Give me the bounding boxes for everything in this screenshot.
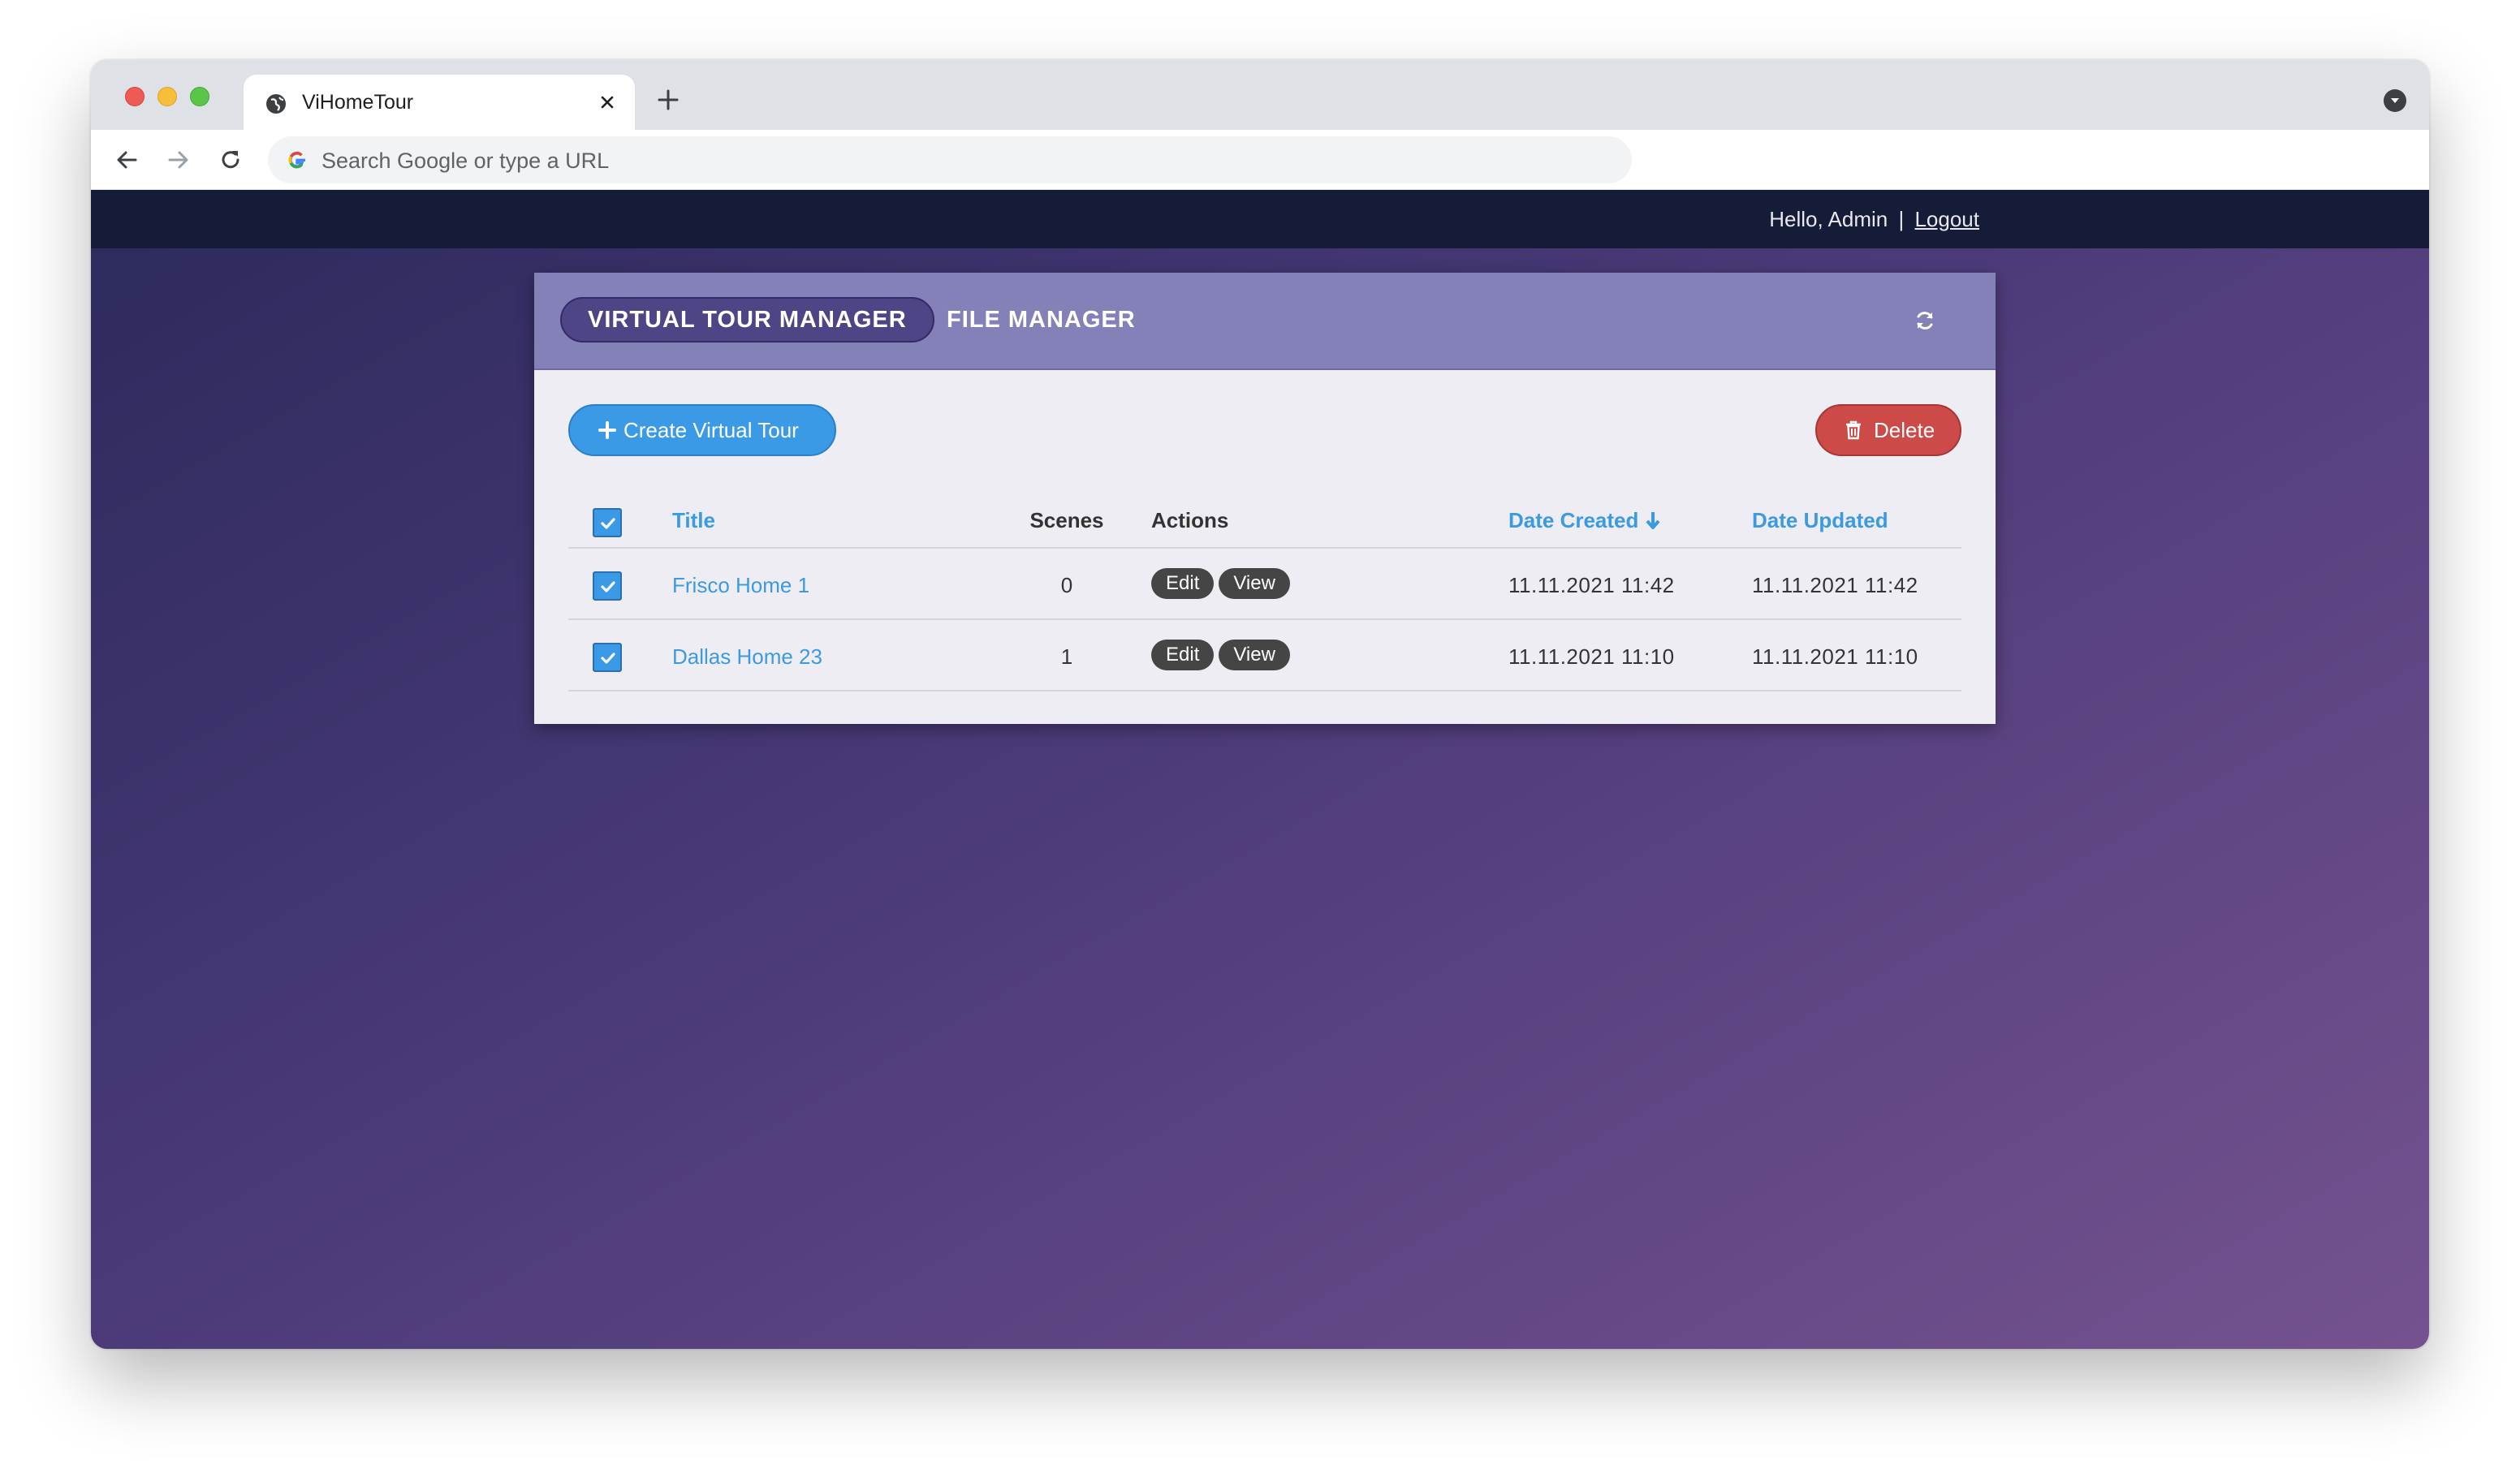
back-icon[interactable]: [114, 147, 140, 173]
row-select-cell: [593, 571, 622, 601]
column-header-date-created[interactable]: Date Created: [1508, 508, 1661, 532]
row-checkbox[interactable]: [593, 643, 622, 672]
tour-title-link[interactable]: Dallas Home 23: [672, 644, 822, 669]
logout-link[interactable]: Logout: [1914, 207, 1979, 231]
row-actions: Edit View: [1151, 568, 1295, 599]
delete-button-label: Delete: [1874, 418, 1935, 442]
arrow-down-icon: [1646, 512, 1660, 529]
tour-manager-panel: VIRTUAL TOUR MANAGER FILE MANAGER Create…: [534, 273, 1996, 724]
close-icon[interactable]: [596, 91, 619, 114]
plus-icon[interactable]: [656, 88, 680, 112]
tour-title-link[interactable]: Frisco Home 1: [672, 573, 809, 597]
site-header: Hello, Admin | Logout: [91, 190, 2429, 248]
check-icon: [601, 518, 615, 529]
view-button[interactable]: View: [1219, 640, 1290, 670]
select-all-checkbox[interactable]: [593, 508, 622, 537]
scene-count: 0: [1060, 573, 1073, 597]
tab-virtual-tour-manager[interactable]: VIRTUAL TOUR MANAGER: [560, 297, 934, 342]
page-viewport: Hello, Admin | Logout VIRTUAL TOUR MANAG…: [91, 190, 2429, 1349]
tab-title: ViHomeTour: [302, 91, 414, 114]
table-row: Frisco Home 1 0 Edit View 11.11.2021 11:4…: [568, 549, 1961, 620]
edit-button[interactable]: Edit: [1151, 640, 1215, 670]
edit-button[interactable]: Edit: [1151, 568, 1215, 599]
select-all-cell: [593, 508, 622, 537]
address-bar-placeholder: Search Google or type a URL: [321, 149, 610, 173]
close-window-button[interactable]: [125, 87, 145, 106]
delete-button[interactable]: Delete: [1815, 404, 1961, 456]
date-created: 11.11.2021 11:10: [1508, 644, 1675, 669]
greeting-separator: |: [1898, 207, 1905, 231]
panel-header: VIRTUAL TOUR MANAGER FILE MANAGER: [534, 273, 1996, 370]
browser-titlebar: ViHomeTour: [91, 60, 2429, 130]
row-select-cell: [593, 643, 622, 672]
date-updated: 11.11.2021 11:42: [1752, 573, 1918, 597]
row-checkbox[interactable]: [593, 571, 622, 601]
date-created-label: Date Created: [1508, 508, 1639, 532]
column-header-title[interactable]: Title: [672, 508, 715, 532]
maximize-window-button[interactable]: [190, 87, 209, 106]
chevron-down-icon[interactable]: [2384, 89, 2406, 112]
create-virtual-tour-button[interactable]: Create Virtual Tour: [568, 404, 836, 456]
tours-table: Title Scenes Actions Date Created Date U…: [568, 492, 1961, 691]
greeting-text: Hello, Admin: [1769, 207, 1888, 231]
create-button-label: Create Virtual Tour: [624, 418, 799, 442]
scene-count: 1: [1060, 644, 1073, 669]
trash-icon: [1846, 420, 1861, 440]
browser-tab[interactable]: ViHomeTour: [244, 75, 635, 130]
column-header-actions: Actions: [1151, 508, 1229, 532]
check-icon: [601, 581, 615, 592]
column-header-scenes: Scenes: [1029, 508, 1104, 532]
minimize-window-button[interactable]: [158, 87, 177, 106]
globe-icon: [266, 94, 286, 114]
refresh-icon[interactable]: [1913, 308, 1937, 333]
reload-icon[interactable]: [218, 147, 244, 173]
address-bar[interactable]: Search Google or type a URL: [268, 136, 1632, 183]
tab-file-manager[interactable]: FILE MANAGER: [947, 299, 1136, 344]
column-header-date-updated[interactable]: Date Updated: [1752, 508, 1888, 532]
check-icon: [601, 653, 615, 664]
plus-icon: [598, 421, 616, 439]
row-actions: Edit View: [1151, 640, 1295, 670]
browser-window: ViHomeTour Search Google or type a URL H…: [91, 60, 2429, 1349]
forward-icon[interactable]: [166, 147, 192, 173]
browser-toolbar: Search Google or type a URL: [91, 130, 2429, 190]
google-icon: [288, 151, 305, 169]
user-greeting: Hello, Admin | Logout: [1769, 206, 1979, 232]
date-created: 11.11.2021 11:42: [1508, 573, 1675, 597]
table-header-row: Title Scenes Actions Date Created Date U…: [568, 492, 1961, 549]
table-row: Dallas Home 23 1 Edit View 11.11.2021 11:…: [568, 620, 1961, 691]
date-updated: 11.11.2021 11:10: [1752, 644, 1918, 669]
view-button[interactable]: View: [1219, 568, 1290, 599]
